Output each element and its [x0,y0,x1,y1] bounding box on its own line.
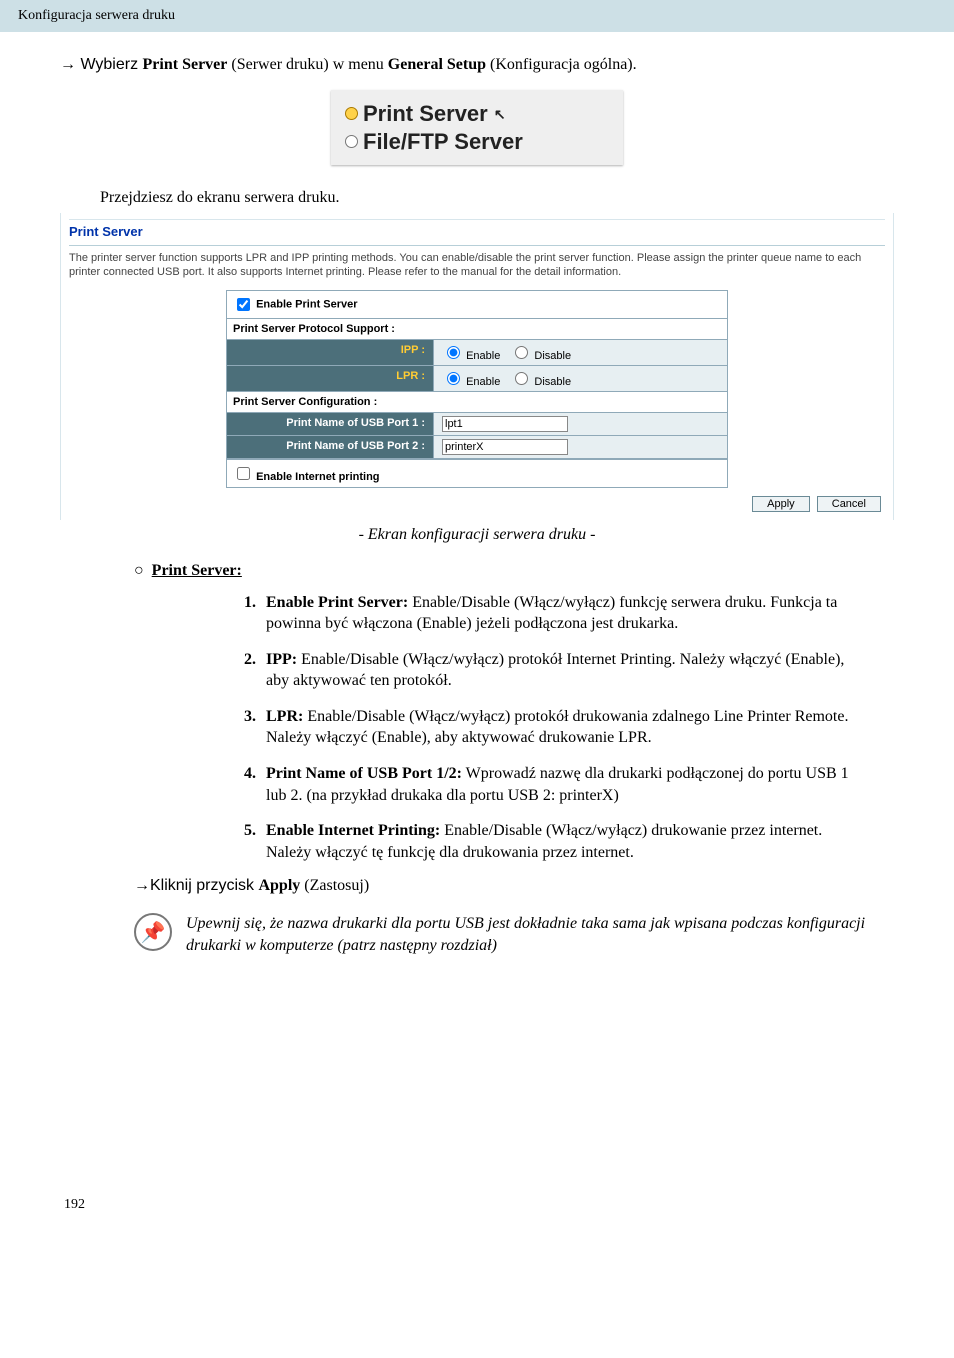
menu-option-file-ftp[interactable]: File/FTP Server [345,128,605,156]
note-text: Upewnij się, że nazwa drukarki dla portu… [186,913,894,956]
print-server-panel: Print Server The printer server function… [60,213,894,520]
internet-printing-row: Enable Internet printing [227,459,727,487]
breadcrumb: Konfiguracja serwera druku [18,8,175,23]
figure-caption: - Ekran konfiguracji serwera druku - [60,526,894,544]
radio-selected-icon [345,107,358,120]
pin-icon: 📌 [134,913,172,951]
ipp-disable-radio[interactable] [515,346,528,359]
bullet-icon: ○ [134,562,144,579]
click-apply-step: →Kliknij przycisk Apply (Zastosuj) [134,877,894,895]
panel-description: The printer server function supports LPR… [69,246,885,290]
arrow-icon: →Kliknij przycisk [134,877,258,894]
menu-option-print-server[interactable]: Print Server ↖ [345,100,605,128]
lpr-row: LPR : Enable Disable [227,366,727,392]
lpr-disable-option[interactable]: Disable [510,369,571,388]
enable-print-server-row: Enable Print Server [227,291,727,319]
lpr-label: LPR : [227,366,434,391]
lpr-enable-option[interactable]: Enable [442,369,500,388]
config-table: Enable Print Server Print Server Protoco… [226,290,728,488]
list-item: Print Name of USB Port 1/2: Wprowadź naz… [260,763,854,806]
step-select-print-server: → Wybierz Print Server (Serwer druku) w … [60,56,894,74]
internet-printing-checkbox[interactable] [237,467,250,480]
intro-text: Przejdziesz do ekranu serwera druku. [100,189,894,207]
list-item: IPP: Enable/Disable (Włącz/wyłącz) proto… [260,649,854,692]
radio-unselected-icon [345,135,358,148]
configuration-header: Print Server Configuration : [227,392,727,413]
description-list: Enable Print Server: Enable/Disable (Włą… [260,592,894,864]
header-bar: Konfiguracja serwera druku [0,0,954,32]
ipp-disable-option[interactable]: Disable [510,343,571,362]
enable-print-server-checkbox[interactable] [237,298,250,311]
usb2-row: Print Name of USB Port 2 : [227,436,727,459]
panel-title: Print Server [69,219,885,246]
note-block: 📌 Upewnij się, że nazwa drukarki dla por… [134,913,894,956]
list-item: Enable Internet Printing: Enable/Disable… [260,820,854,863]
ipp-enable-radio[interactable] [447,346,460,359]
usb2-input[interactable] [442,439,568,455]
protocol-support-header: Print Server Protocol Support : [227,319,727,340]
print-server-subhead: ○ Print Server: [134,562,894,580]
enable-print-server-label: Enable Print Server [256,298,358,310]
ipp-row: IPP : Enable Disable [227,340,727,366]
list-item: LPR: Enable/Disable (Włącz/wyłącz) proto… [260,706,854,749]
usb1-label: Print Name of USB Port 1 : [227,413,434,435]
lpr-disable-radio[interactable] [515,372,528,385]
menu-screenshot: Print Server ↖ File/FTP Server [331,90,623,165]
lpr-enable-radio[interactable] [447,372,460,385]
ipp-label: IPP : [227,340,434,365]
usb2-label: Print Name of USB Port 2 : [227,436,434,458]
cancel-button[interactable]: Cancel [817,496,881,512]
arrow-icon: → Wybierz [60,56,143,73]
ipp-enable-option[interactable]: Enable [442,343,500,362]
page-number: 192 [60,1197,894,1213]
usb1-input[interactable] [442,416,568,432]
usb1-row: Print Name of USB Port 1 : [227,413,727,436]
apply-button[interactable]: Apply [752,496,810,512]
internet-printing-label: Enable Internet printing [256,471,379,483]
list-item: Enable Print Server: Enable/Disable (Włą… [260,592,854,635]
cursor-icon: ↖ [494,106,506,124]
